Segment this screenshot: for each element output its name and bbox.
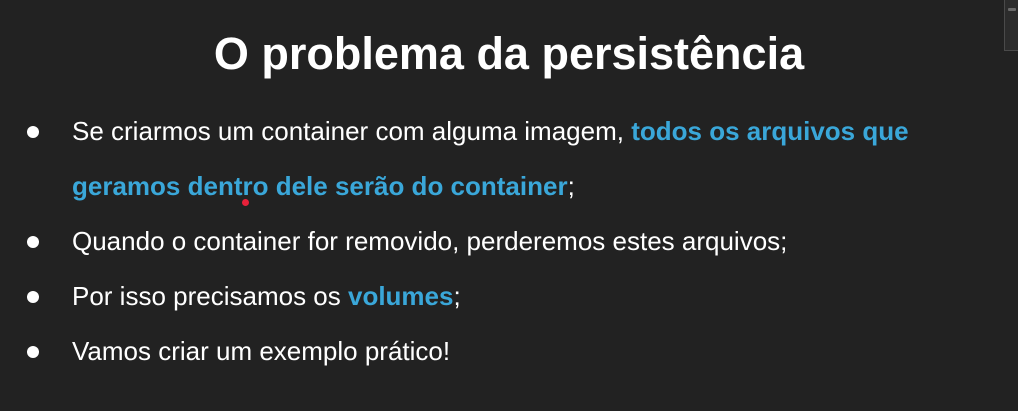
presentation-slide: O problema da persistência Se criarmos u… <box>0 0 1018 411</box>
bullet-highlight: volumes <box>347 281 454 311</box>
bullet-text: Por isso precisamos os <box>72 281 348 311</box>
bullet-text: Vamos criar um exemplo prático! <box>72 336 451 366</box>
bullet-dot-icon <box>27 126 39 138</box>
bullet-item-4: Vamos criar um exemplo prático! <box>0 324 1018 379</box>
slide-title: O problema da persistência <box>213 28 805 79</box>
bullet-dot-icon <box>27 236 39 248</box>
bullet-item-1: Se criarmos um container com alguma imag… <box>0 104 1018 214</box>
bullet-dot-icon <box>27 291 39 303</box>
laser-pointer-icon <box>242 199 249 206</box>
bullet-item-3: Por isso precisamos os volumes; <box>0 269 1018 324</box>
bullet-item-2: Quando o container for removido, perdere… <box>0 214 1018 269</box>
bullet-punctuation: ; <box>567 171 575 201</box>
bullet-list: Se criarmos um container com alguma imag… <box>0 104 1018 379</box>
bullet-text: Se criarmos um container com alguma imag… <box>72 116 632 146</box>
bullet-text: Quando o container for removido, perdere… <box>72 226 788 256</box>
bullet-dot-icon <box>27 346 39 358</box>
scrollbar-handle[interactable] <box>1004 0 1018 51</box>
handle-grip-icon <box>1008 8 1016 11</box>
bullet-punctuation: ; <box>453 281 461 311</box>
